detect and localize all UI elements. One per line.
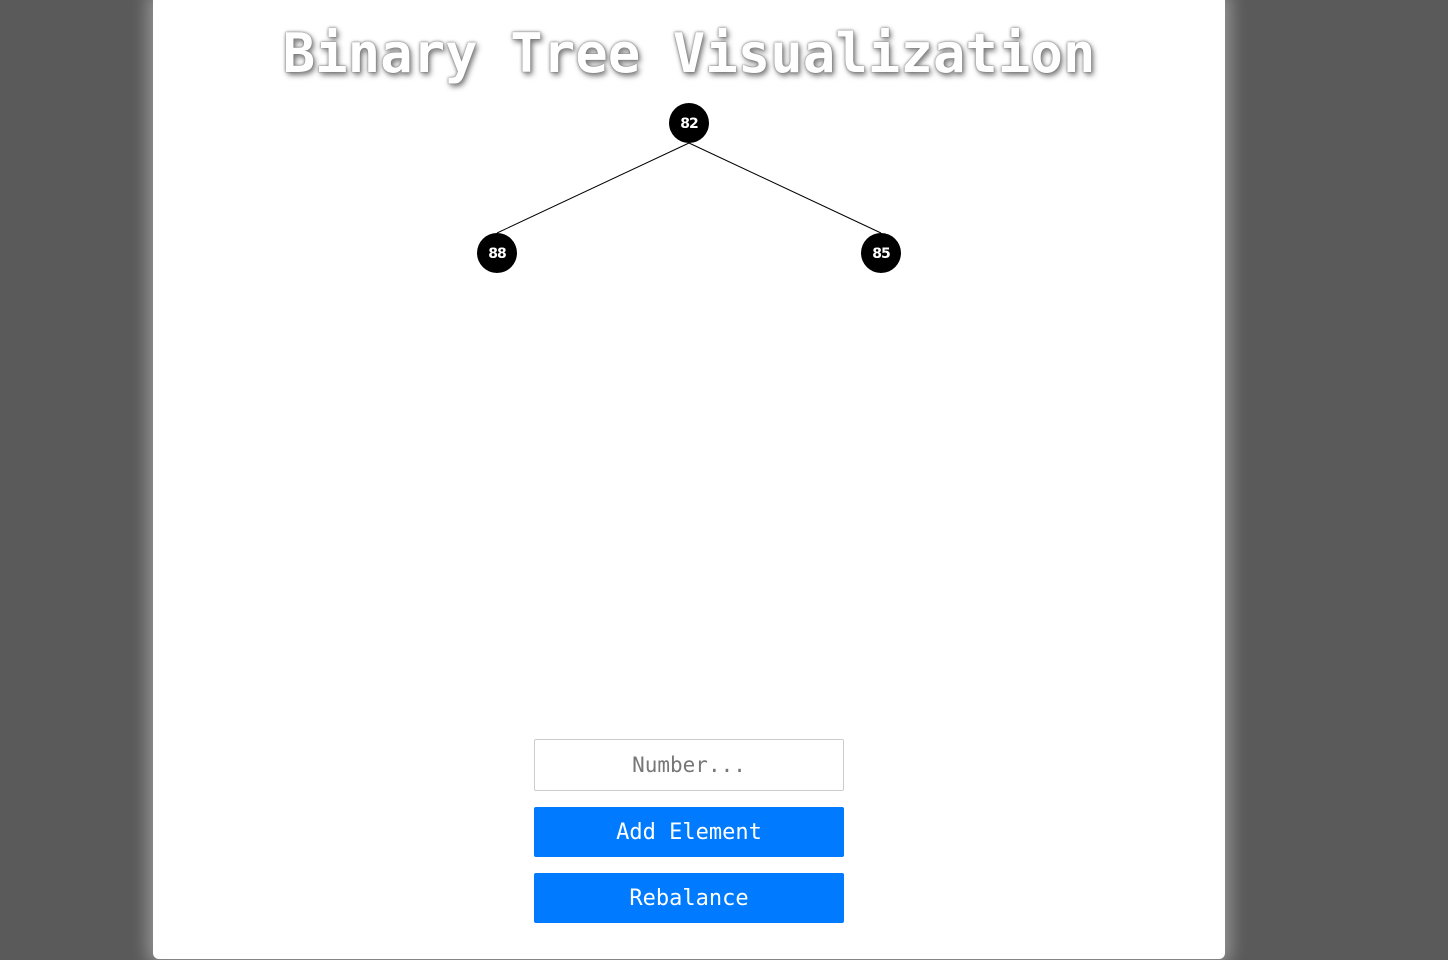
- tree-node-right-label: 85: [872, 246, 890, 262]
- tree-edge-root-left: [496, 142, 690, 234]
- tree-node-left-label: 88: [488, 246, 506, 262]
- rebalance-button[interactable]: Rebalance: [534, 873, 844, 923]
- tree-canvas: 82 88 85: [477, 103, 901, 273]
- main-card: Binary Tree Visualization 82 88 85 Add E…: [153, 0, 1225, 959]
- tree-controls: Add Element Rebalance: [534, 739, 844, 923]
- tree-node-root-label: 82: [680, 116, 698, 132]
- tree-node-left: 88: [477, 233, 517, 273]
- add-element-button[interactable]: Add Element: [534, 807, 844, 857]
- tree-node-right: 85: [861, 233, 901, 273]
- tree-edge-root-right: [688, 142, 882, 234]
- number-input[interactable]: [534, 739, 844, 791]
- tree-node-root: 82: [669, 103, 709, 143]
